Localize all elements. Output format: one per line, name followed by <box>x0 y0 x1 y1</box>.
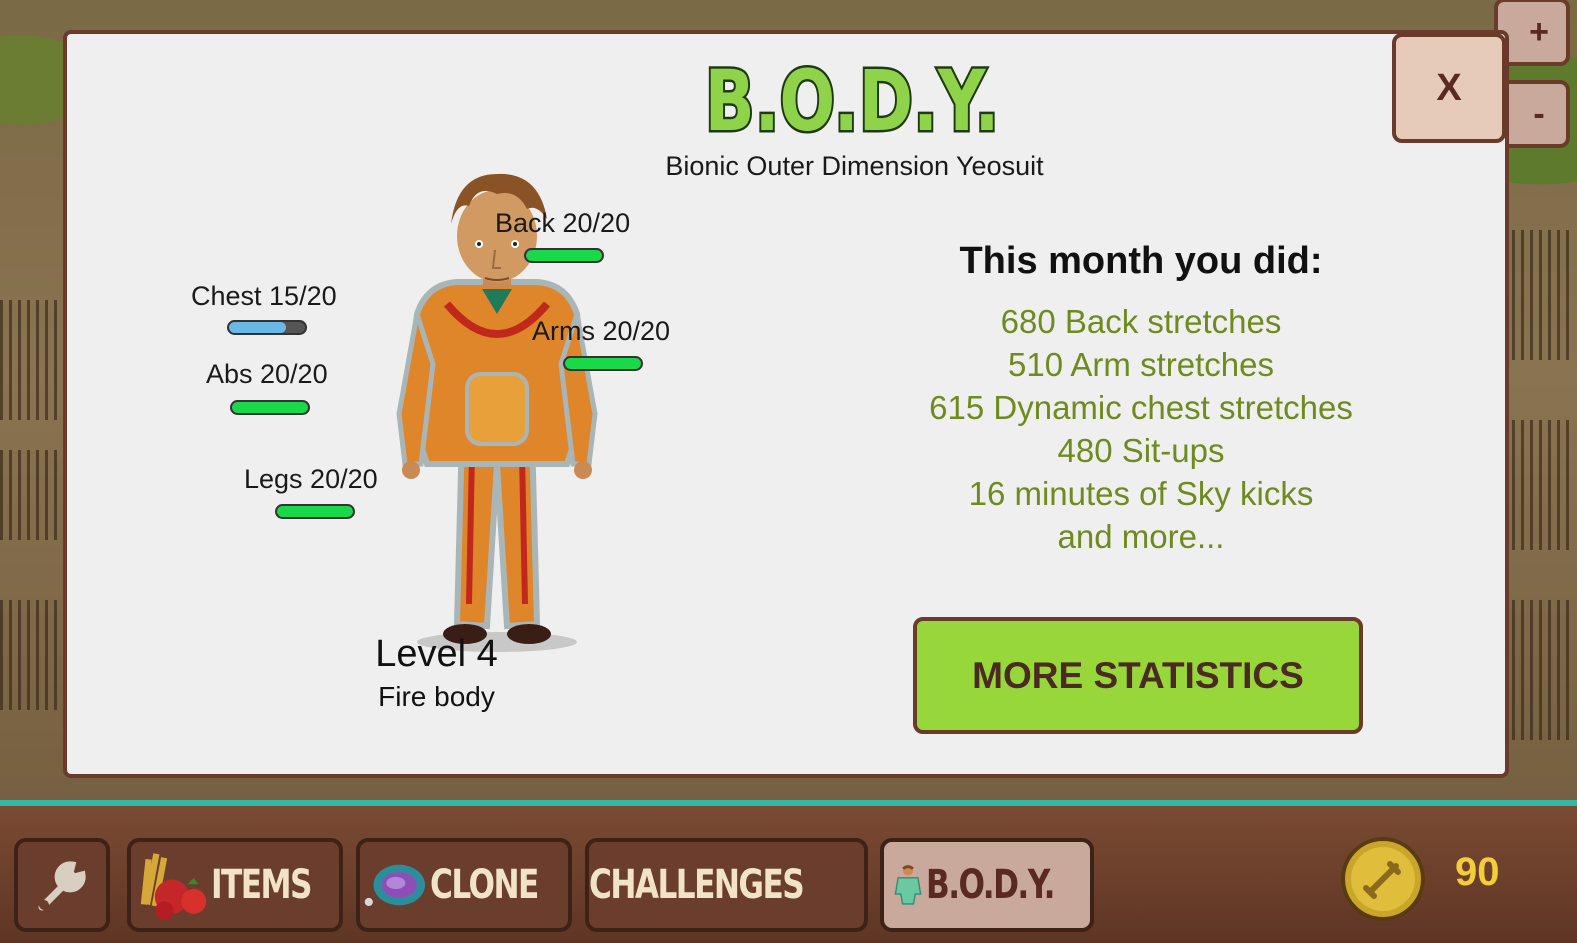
settings-button[interactable] <box>14 838 110 932</box>
stat-bar-legs <box>275 504 355 519</box>
monthly-summary-title: This month you did: <box>959 240 1323 282</box>
wrench-icon <box>38 861 86 911</box>
items-button[interactable]: ITEMS <box>127 838 343 932</box>
activity-item: 615 Dynamic chest stretches <box>929 389 1353 426</box>
body-type-label: Fire body <box>378 681 495 712</box>
clone-label: CLONE <box>429 862 539 908</box>
fence-decoration <box>1512 420 1572 550</box>
level-title: Level 4 <box>375 633 498 675</box>
stat-label-abs: Abs 20/20 <box>206 359 328 389</box>
stat-label-legs: Legs 20/20 <box>244 464 378 494</box>
body-label: B.O.D.Y. <box>926 862 1055 908</box>
fence-decoration <box>0 300 60 420</box>
clone-button[interactable]: CLONE <box>356 838 572 932</box>
challenges-label: CHALLENGES <box>589 862 805 908</box>
close-button[interactable]: X <box>1392 33 1506 143</box>
activity-item: 16 minutes of Sky kicks <box>968 475 1314 512</box>
stat-bar-chest <box>227 320 307 335</box>
stat-bar-arms <box>563 356 643 371</box>
stat-label-arms: Arms 20/20 <box>532 316 671 346</box>
stat-fill-chest <box>229 322 286 333</box>
stat-fill-abs <box>232 402 308 413</box>
fence-decoration <box>1512 600 1572 740</box>
coin-count: 90 <box>1455 850 1500 894</box>
activity-item: and more... <box>1057 518 1225 555</box>
challenges-button[interactable]: CHALLENGES <box>585 838 868 932</box>
fence-decoration <box>0 450 60 540</box>
body-modal: B.O.D.Y. Bionic Outer Dimension Yeosuit … <box>63 30 1509 778</box>
body-button[interactable]: B.O.D.Y. <box>880 838 1094 932</box>
logo-text: B.O.D.Y. <box>707 52 997 150</box>
stat-fill-back <box>526 250 602 261</box>
stat-fill-arms <box>565 358 641 369</box>
body-logo: B.O.D.Y. <box>707 50 997 153</box>
coin-icon <box>1341 837 1425 921</box>
stat-fill-legs <box>277 506 353 517</box>
activity-item: 510 Arm stretches <box>1008 346 1274 383</box>
produce-icon <box>140 853 207 921</box>
stat-bar-back <box>524 248 604 263</box>
activity-item: 480 Sit-ups <box>1057 432 1225 469</box>
stat-bar-abs <box>230 400 310 415</box>
stat-label-chest: Chest 15/20 <box>191 281 337 311</box>
clone-pod-icon <box>364 864 426 907</box>
stat-label-back: Back 20/20 <box>495 208 631 238</box>
fence-decoration <box>0 600 60 710</box>
items-label: ITEMS <box>210 862 312 908</box>
body-avatar-icon <box>894 865 922 905</box>
activity-item: 680 Back stretches <box>1000 303 1282 340</box>
monthly-activity-list: 680 Back stretches 510 Arm stretches 615… <box>881 300 1401 558</box>
modal-subtitle: Bionic Outer Dimension Yeosuit <box>665 151 1044 181</box>
fence-decoration <box>1512 230 1572 360</box>
more-statistics-button[interactable]: MORE STATISTICS <box>913 617 1363 734</box>
